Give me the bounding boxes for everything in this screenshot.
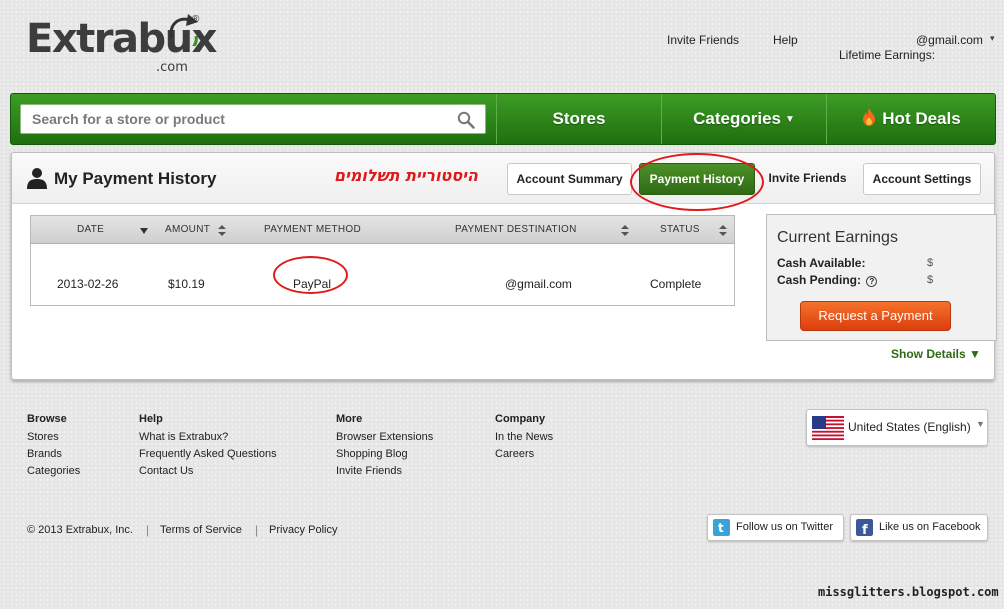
header-invite-friends-link[interactable]: Invite Friends: [667, 33, 739, 47]
footer-link[interactable]: Careers: [495, 446, 553, 463]
blog-watermark: missglitters.blogspot.com: [818, 585, 999, 599]
tab-account-settings[interactable]: Account Settings: [863, 163, 981, 195]
facebook-icon: f: [856, 519, 873, 536]
sort-desc-icon[interactable]: [140, 228, 148, 234]
footer-link[interactable]: Browser Extensions: [336, 429, 433, 446]
extrabux-logo[interactable]: Extrabux .com ®: [26, 12, 217, 75]
chevron-down-icon: ▼: [784, 114, 795, 125]
nav-stores-label: Stores: [552, 109, 606, 128]
footer-divider: |: [255, 523, 259, 537]
svg-text:t: t: [718, 521, 724, 535]
user-icon: [27, 168, 47, 189]
footer-heading: Browse: [27, 413, 67, 425]
column-header-payment-destination[interactable]: PAYMENT DESTINATION: [455, 216, 577, 244]
cash-pending-label: Cash Pending:: [777, 273, 862, 287]
tab-invite-friends[interactable]: Invite Friends: [760, 163, 855, 195]
sort-icon[interactable]: [621, 225, 629, 236]
page-title: My Payment History: [54, 169, 217, 188]
twitter-label: Follow us on Twitter: [736, 521, 834, 533]
cash-pending-value: $: [927, 274, 934, 286]
hebrew-annotation: היסטוריית תשלומים: [334, 166, 478, 185]
table-header-row: DATE AMOUNT PAYMENT METHOD PAYMENT DESTI…: [31, 216, 734, 244]
account-email[interactable]: @gmail.com: [916, 33, 983, 47]
table-cell-date: 2013-02-26: [57, 277, 119, 291]
table-cell-amount: $10.19: [168, 277, 205, 291]
lifetime-earnings-label: Lifetime Earnings:: [839, 48, 936, 62]
nav-categories[interactable]: Categories ▼: [661, 94, 826, 144]
main-nav-bar: Stores Categories▼ Hot Deals: [10, 93, 996, 145]
footer-column-help: Help What is Extrabux? Frequently Asked …: [139, 413, 277, 480]
footer-link[interactable]: Frequently Asked Questions: [139, 446, 277, 463]
footer-link[interactable]: Shopping Blog: [336, 446, 433, 463]
request-payment-button[interactable]: Request a Payment: [800, 301, 951, 331]
annotation-circle-paypal: [273, 256, 348, 294]
account-caret-icon[interactable]: ▾: [990, 33, 995, 44]
registered-mark: ®: [192, 14, 200, 25]
facebook-like-button[interactable]: f Like us on Facebook: [850, 514, 988, 541]
chevron-down-icon: ▼: [976, 419, 985, 429]
footer-link[interactable]: Stores: [27, 429, 80, 446]
language-label: United States (English): [848, 420, 971, 434]
footer-heading: Company: [495, 413, 546, 425]
footer-link[interactable]: Invite Friends: [336, 463, 433, 480]
footer-column-browse: Browse Stores Brands Categories: [27, 413, 80, 480]
footer-link[interactable]: Contact Us: [139, 463, 277, 480]
footer-link[interactable]: Categories: [27, 463, 80, 480]
table-cell-status: Complete: [650, 277, 702, 291]
search-input[interactable]: [21, 105, 451, 133]
payment-history-panel: My Payment History היסטוריית תשלומים Acc…: [11, 152, 997, 380]
facebook-label: Like us on Facebook: [879, 521, 981, 533]
panel-header: My Payment History היסטוריית תשלומים Acc…: [12, 153, 994, 211]
sort-icon[interactable]: [218, 225, 226, 236]
twitter-follow-button[interactable]: t Follow us on Twitter: [707, 514, 844, 541]
column-header-status[interactable]: STATUS: [660, 216, 700, 244]
svg-text:f: f: [862, 523, 868, 536]
footer-link[interactable]: What is Extrabux?: [139, 429, 277, 446]
nav-hot-deals[interactable]: Hot Deals: [826, 94, 996, 144]
language-selector[interactable]: United States (English) ▼: [806, 409, 988, 446]
footer-column-company: Company In the News Careers: [495, 413, 553, 463]
nav-categories-label: Categories: [693, 109, 781, 128]
twitter-icon: t: [713, 519, 730, 536]
footer-link[interactable]: In the News: [495, 429, 553, 446]
earnings-title: Current Earnings: [777, 229, 898, 246]
payment-history-table: DATE AMOUNT PAYMENT METHOD PAYMENT DESTI…: [30, 215, 735, 306]
annotation-circle-tab: [630, 153, 764, 211]
column-header-date[interactable]: DATE: [77, 216, 104, 244]
nav-hot-deals-label: Hot Deals: [882, 109, 961, 128]
footer-divider: |: [146, 523, 150, 537]
search-box: [20, 104, 486, 134]
footer-heading: More: [336, 413, 363, 425]
privacy-policy-link[interactable]: Privacy Policy: [269, 524, 337, 536]
logo-suffix: .com: [156, 60, 188, 75]
table-cell-payment-destination: @gmail.com: [505, 277, 572, 291]
copyright-text: © 2013 Extrabux, Inc.: [27, 524, 133, 536]
cash-available-value: $: [927, 257, 934, 269]
tab-account-summary[interactable]: Account Summary: [507, 163, 632, 195]
column-header-payment-method[interactable]: PAYMENT METHOD: [264, 216, 361, 244]
terms-of-service-link[interactable]: Terms of Service: [160, 524, 242, 536]
help-icon[interactable]: ?: [866, 276, 878, 287]
footer-heading: Help: [139, 413, 163, 425]
flame-icon: [863, 108, 876, 126]
show-details-link[interactable]: Show Details ▼: [891, 347, 981, 361]
header-help-link[interactable]: Help: [773, 33, 798, 47]
us-flag-icon: [812, 416, 844, 440]
current-earnings-box: Current Earnings Cash Available: $ Cash …: [766, 214, 997, 341]
search-icon[interactable]: [457, 111, 475, 129]
footer-link[interactable]: Brands: [27, 446, 80, 463]
nav-stores[interactable]: Stores: [496, 94, 661, 144]
footer-column-more: More Browser Extensions Shopping Blog In…: [336, 413, 433, 480]
cash-available-label: Cash Available:: [777, 256, 866, 270]
cash-pending-row: Cash Pending: ?: [777, 273, 878, 287]
sort-icon[interactable]: [719, 225, 727, 236]
column-header-amount[interactable]: AMOUNT: [165, 216, 210, 244]
